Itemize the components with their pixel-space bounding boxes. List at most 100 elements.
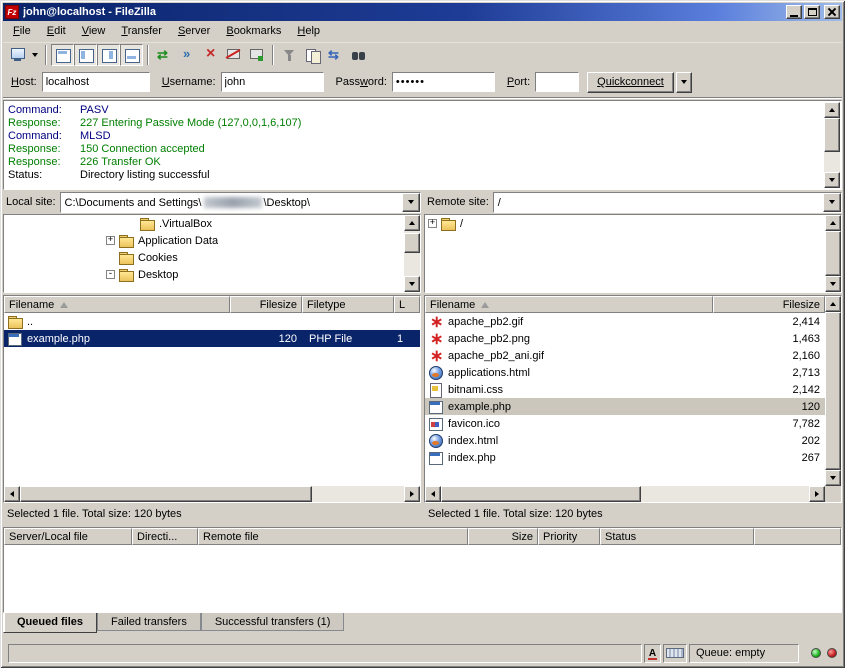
- menu-transfer[interactable]: Transfer: [113, 23, 170, 39]
- scroll-down-button[interactable]: [825, 276, 841, 292]
- local-tree-scrollbar[interactable]: [404, 215, 420, 292]
- file-row[interactable]: example.php120: [425, 398, 825, 415]
- scroll-track[interactable]: [441, 486, 809, 502]
- column-header-filesize[interactable]: Filesize: [713, 296, 825, 313]
- tree-item[interactable]: Desktop: [4, 266, 420, 283]
- password-input[interactable]: [392, 72, 495, 92]
- column-header-size[interactable]: Size: [468, 528, 538, 545]
- scroll-thumb[interactable]: [825, 231, 841, 276]
- refresh-button[interactable]: [153, 44, 176, 66]
- scroll-up-button[interactable]: [404, 215, 420, 231]
- scroll-track[interactable]: [20, 486, 404, 502]
- disconnect-button[interactable]: [222, 44, 245, 66]
- column-header-filename[interactable]: Filename: [425, 296, 713, 313]
- reconnect-button[interactable]: [245, 44, 268, 66]
- scroll-down-button[interactable]: [824, 172, 840, 188]
- site-manager-dropdown-button[interactable]: [29, 44, 41, 66]
- menu-help[interactable]: Help: [289, 23, 328, 39]
- column-header-filetype[interactable]: Filetype: [302, 296, 394, 313]
- scroll-thumb[interactable]: [825, 312, 841, 470]
- scroll-left-button[interactable]: [425, 486, 441, 502]
- file-row[interactable]: index.html202: [425, 432, 825, 449]
- username-input[interactable]: [221, 72, 324, 92]
- menu-bookmarks[interactable]: Bookmarks: [218, 23, 289, 39]
- file-row[interactable]: index.php267: [425, 449, 825, 466]
- minimize-button[interactable]: [786, 5, 802, 19]
- tree-item[interactable]: /: [425, 215, 841, 232]
- toggle-log-button[interactable]: [51, 44, 74, 66]
- remote-site-combobox[interactable]: /: [493, 192, 842, 213]
- scroll-track[interactable]: [404, 231, 420, 276]
- menu-edit[interactable]: Edit: [39, 23, 74, 39]
- column-header-lastmodified[interactable]: L: [394, 296, 420, 313]
- file-row[interactable]: example.php 120 PHP File 1: [4, 330, 420, 347]
- scroll-up-button[interactable]: [825, 296, 841, 312]
- scroll-thumb[interactable]: [824, 118, 840, 152]
- column-header-filename[interactable]: Filename: [4, 296, 230, 313]
- column-header-priority[interactable]: Priority: [538, 528, 600, 545]
- dropdown-button[interactable]: [402, 193, 420, 212]
- scroll-up-button[interactable]: [825, 215, 841, 231]
- tab-successful-transfers[interactable]: Successful transfers (1): [201, 613, 345, 631]
- column-header-remote-file[interactable]: Remote file: [198, 528, 468, 545]
- maximize-button[interactable]: [804, 5, 820, 19]
- file-row[interactable]: bitnami.css2,142: [425, 381, 825, 398]
- toggle-queue-button[interactable]: [120, 44, 143, 66]
- expander-icon[interactable]: [106, 236, 115, 245]
- scroll-thumb[interactable]: [404, 233, 420, 253]
- sync-browse-button[interactable]: [324, 44, 347, 66]
- scroll-down-button[interactable]: [404, 276, 420, 292]
- scroll-right-button[interactable]: [404, 486, 420, 502]
- scroll-track[interactable]: [824, 118, 840, 172]
- scroll-right-button[interactable]: [809, 486, 825, 502]
- file-row[interactable]: apache_pb2.gif2,414: [425, 313, 825, 330]
- file-row[interactable]: apache_pb2.png1,463: [425, 330, 825, 347]
- column-header-filesize[interactable]: Filesize: [230, 296, 302, 313]
- expander-icon[interactable]: [428, 219, 437, 228]
- quickconnect-dropdown-button[interactable]: [676, 72, 692, 93]
- close-button[interactable]: [824, 5, 840, 19]
- titlebar[interactable]: john@localhost - FileZilla: [3, 3, 842, 21]
- file-row[interactable]: ..: [4, 313, 420, 330]
- scroll-thumb[interactable]: [441, 486, 641, 502]
- tab-failed-transfers[interactable]: Failed transfers: [97, 613, 201, 631]
- quickconnect-button[interactable]: Quickconnect: [587, 72, 674, 93]
- scroll-down-button[interactable]: [825, 470, 841, 486]
- local-site-combobox[interactable]: C:\Documents and Settings\\Desktop\: [60, 192, 421, 213]
- tree-item[interactable]: Cookies: [4, 249, 420, 266]
- tab-queued-files[interactable]: Queued files: [3, 613, 97, 633]
- filter-button[interactable]: [278, 44, 301, 66]
- column-header-direction[interactable]: Directi...: [132, 528, 198, 545]
- remote-list-vscrollbar[interactable]: [825, 296, 841, 486]
- expander-icon[interactable]: [106, 270, 115, 279]
- site-manager-button[interactable]: [6, 44, 29, 66]
- toggle-local-tree-button[interactable]: [74, 44, 97, 66]
- column-header-server-local-file[interactable]: Server/Local file: [4, 528, 132, 545]
- remote-list-hscrollbar[interactable]: [425, 486, 825, 502]
- toggle-remote-tree-button[interactable]: [97, 44, 120, 66]
- tree-item[interactable]: .VirtualBox: [4, 215, 420, 232]
- host-input[interactable]: [42, 72, 150, 92]
- log-scrollbar[interactable]: [824, 102, 840, 188]
- scroll-left-button[interactable]: [4, 486, 20, 502]
- file-row[interactable]: applications.html2,713: [425, 364, 825, 381]
- menu-view[interactable]: View: [74, 23, 114, 39]
- find-button[interactable]: [347, 44, 370, 66]
- compare-button[interactable]: [301, 44, 324, 66]
- scroll-thumb[interactable]: [20, 486, 312, 502]
- local-list-hscrollbar[interactable]: [4, 486, 420, 502]
- file-row[interactable]: apache_pb2_ani.gif2,160: [425, 347, 825, 364]
- dropdown-button[interactable]: [823, 193, 841, 212]
- port-input[interactable]: [535, 72, 579, 92]
- file-row[interactable]: favicon.ico7,782: [425, 415, 825, 432]
- scroll-track[interactable]: [825, 231, 841, 276]
- menu-server[interactable]: Server: [170, 23, 218, 39]
- tree-item[interactable]: Application Data: [4, 232, 420, 249]
- scroll-track[interactable]: [825, 312, 841, 470]
- cancel-button[interactable]: [199, 44, 222, 66]
- menu-file[interactable]: File: [5, 23, 39, 39]
- scroll-up-button[interactable]: [824, 102, 840, 118]
- column-header-status[interactable]: Status: [600, 528, 754, 545]
- remote-tree-scrollbar[interactable]: [825, 215, 841, 292]
- process-queue-button[interactable]: [176, 44, 199, 66]
